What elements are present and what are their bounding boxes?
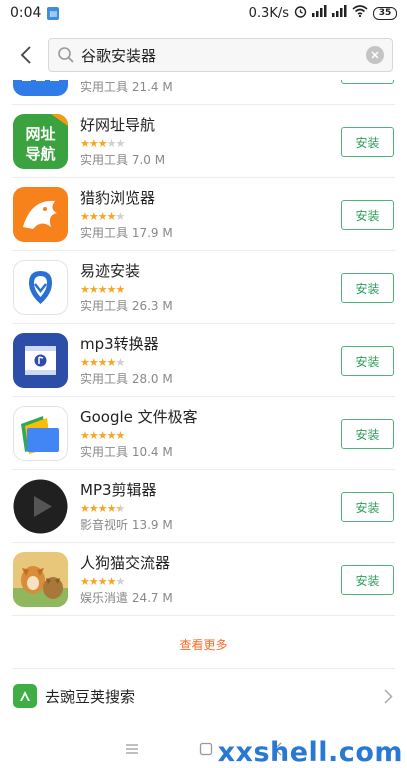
location-shield-icon xyxy=(13,260,68,315)
app-meta: 娱乐消遣 24.7 M xyxy=(80,591,173,605)
wandoujia-icon xyxy=(13,684,37,708)
watermark: xxshell.com xyxy=(217,737,403,768)
app-list: ★★★★★实用工具 21.4 M安装网址导航好网址导航★★★★★实用工具 7.0… xyxy=(0,80,407,628)
rating-stars: ★★★★★ xyxy=(80,283,125,296)
rating-stars: ★★★★★ xyxy=(80,210,125,223)
signal-icon-2 xyxy=(332,5,347,21)
svg-text:网址: 网址 xyxy=(25,125,55,143)
app-name: Google 文件极客 xyxy=(80,408,198,426)
rating-stars: ★★★★★ xyxy=(80,502,125,515)
app-list-item[interactable]: ★★★★★实用工具 21.4 M安装 xyxy=(0,80,407,105)
search-header xyxy=(0,34,407,76)
search-icon xyxy=(58,47,74,63)
app-list-item[interactable]: 网址 导航 好网址导航 ★★★★★ 实用工具 7.0 M 安装 xyxy=(0,105,407,178)
notification-icon: ▤ xyxy=(47,6,60,20)
app-meta: 实用工具 7.0 M xyxy=(80,153,166,167)
install-button[interactable]: 安装 xyxy=(341,80,394,84)
mp3-converter-icon xyxy=(13,333,68,388)
partial-blue-icon xyxy=(13,80,68,96)
app-meta: 实用工具 26.3 M xyxy=(80,299,173,313)
svg-text:导航: 导航 xyxy=(25,145,55,163)
google-files-icon xyxy=(13,406,68,461)
close-icon xyxy=(371,51,379,59)
app-meta: 实用工具 21.4 M xyxy=(80,80,173,94)
app-name: 易迹安装 xyxy=(80,262,141,280)
url-nav-icon: 网址 导航 xyxy=(13,114,68,169)
search-box[interactable] xyxy=(48,38,393,72)
app-name: MP3剪辑器 xyxy=(80,481,157,499)
app-name: mp3转换器 xyxy=(80,335,159,353)
clear-search-button[interactable] xyxy=(366,46,384,64)
rating-stars: ★★★★★ xyxy=(80,356,125,369)
app-name: 人狗猫交流器 xyxy=(80,554,171,572)
install-button[interactable]: 安装 xyxy=(341,200,394,230)
signal-icon xyxy=(312,5,327,21)
menu-icon[interactable] xyxy=(125,743,139,755)
rating-stars: ★★★★★ xyxy=(80,429,125,442)
app-name: 好网址导航 xyxy=(80,116,156,134)
rating-stars: ★★★★★ xyxy=(80,137,125,150)
install-button[interactable]: 安装 xyxy=(341,419,394,449)
app-meta: 实用工具 28.0 M xyxy=(80,372,173,386)
divider xyxy=(12,668,395,669)
cheetah-browser-icon xyxy=(13,187,68,242)
app-list-item[interactable]: 猎豹浏览器 ★★★★★ 实用工具 17.9 M 安装 xyxy=(0,178,407,251)
app-list-item[interactable]: 人狗猫交流器 ★★★★★ 娱乐消遣 24.7 M 安装 xyxy=(0,543,407,616)
rating-stars: ★★★★★ xyxy=(80,575,125,588)
install-button[interactable]: 安装 xyxy=(341,273,394,303)
clock: 0:04 xyxy=(10,5,42,21)
wifi-icon xyxy=(352,5,368,21)
app-list-item[interactable]: mp3转换器 ★★★★★ 实用工具 28.0 M 安装 xyxy=(0,324,407,397)
search-input[interactable] xyxy=(81,46,366,64)
install-button[interactable]: 安装 xyxy=(341,492,394,522)
see-more-link[interactable]: 查看更多 xyxy=(0,636,407,653)
alarm-icon xyxy=(294,5,307,22)
app-name: 猎豹浏览器 xyxy=(80,189,156,207)
dog-cat-icon xyxy=(13,552,68,607)
install-button[interactable]: 安装 xyxy=(341,127,394,157)
network-speed: 0.3K/s xyxy=(248,5,289,21)
app-list-item[interactable]: 易迹安装 ★★★★★ 实用工具 26.3 M 安装 xyxy=(0,251,407,324)
back-button[interactable] xyxy=(6,35,46,75)
app-meta: 实用工具 17.9 M xyxy=(80,226,173,240)
install-button[interactable]: 安装 xyxy=(341,565,394,595)
chevron-right-icon xyxy=(384,688,393,704)
back-arrow-icon xyxy=(20,46,31,64)
wandoujia-search-row[interactable]: 去豌豆荚搜索 xyxy=(0,680,407,712)
play-circle-icon xyxy=(13,479,68,534)
install-button[interactable]: 安装 xyxy=(341,346,394,376)
status-bar: 0:04 ▤ 0.3K/s 35 xyxy=(0,0,407,26)
battery-icon: 35 xyxy=(373,6,397,20)
app-meta: 影音视听 13.9 M xyxy=(80,518,173,532)
app-list-item[interactable]: Google 文件极客 ★★★★★ 实用工具 10.4 M 安装 xyxy=(0,397,407,470)
row-divider xyxy=(12,615,395,616)
home-icon[interactable] xyxy=(199,742,213,756)
wandoujia-search-label: 去豌豆荚搜索 xyxy=(45,687,136,706)
app-meta: 实用工具 10.4 M xyxy=(80,445,173,459)
app-list-item[interactable]: MP3剪辑器 ★★★★★ 影音视听 13.9 M 安装 xyxy=(0,470,407,543)
